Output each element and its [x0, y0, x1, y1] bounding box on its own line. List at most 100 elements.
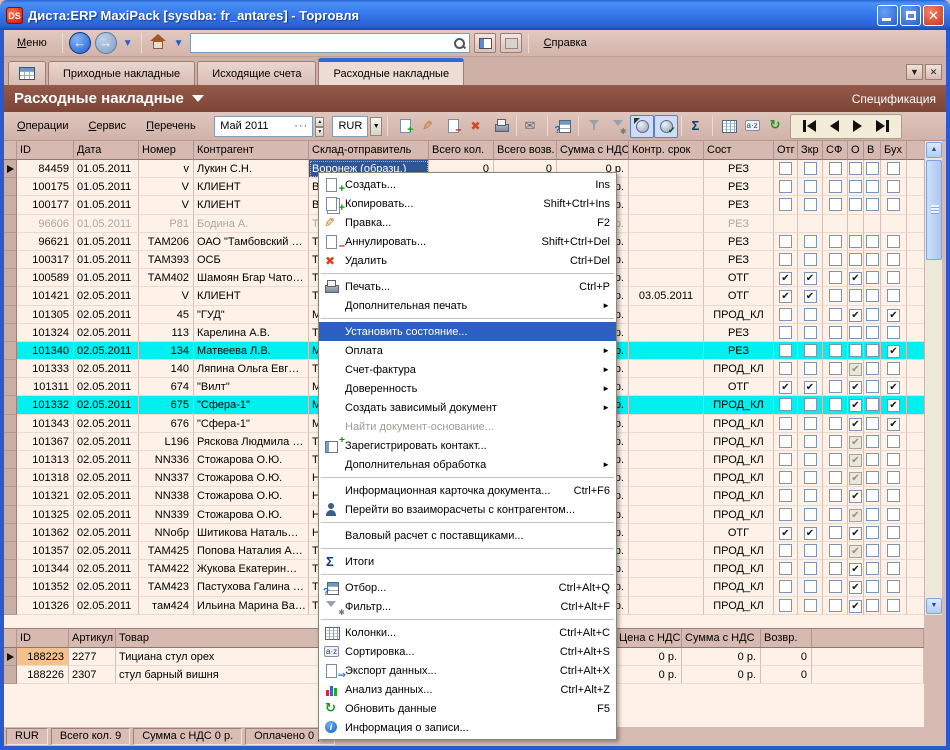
checkbox-unchecked[interactable]: [779, 180, 792, 193]
column-header[interactable]: Цена с НДС: [616, 629, 682, 648]
checkbox-unchecked[interactable]: [829, 308, 842, 321]
new-doc-button[interactable]: [393, 115, 417, 138]
checkbox-checked[interactable]: ✔: [849, 581, 862, 594]
checkbox-unchecked[interactable]: [829, 326, 842, 339]
tab-outgoing-accounts[interactable]: Исходящие счета: [197, 61, 316, 85]
operations-menu[interactable]: Операции: [8, 116, 77, 136]
menu-item[interactable]: Аннулировать...Shift+Ctrl+Del: [319, 232, 616, 251]
column-header[interactable]: Артикул: [69, 629, 116, 648]
checkbox-unchecked[interactable]: [804, 162, 817, 175]
checkbox-unchecked[interactable]: [866, 471, 879, 484]
checkbox-unchecked[interactable]: [829, 362, 842, 375]
checkbox-unchecked[interactable]: [829, 562, 842, 575]
forward-button[interactable]: →: [95, 32, 117, 54]
checkbox-unchecked[interactable]: [887, 544, 900, 557]
menu-item[interactable]: Сортировка...Ctrl+Alt+S: [319, 642, 616, 661]
checkbox-unchecked[interactable]: [866, 526, 879, 539]
menu-item[interactable]: Экспорт данных...Ctrl+Alt+X: [319, 661, 616, 680]
checkbox-unchecked[interactable]: [779, 253, 792, 266]
link-on-button[interactable]: [630, 115, 654, 138]
checkbox-unchecked[interactable]: [887, 489, 900, 502]
column-header[interactable]: О: [848, 141, 864, 160]
checkbox-unchecked[interactable]: [829, 417, 842, 430]
checkbox-checked[interactable]: ✔: [779, 381, 792, 394]
checkbox-unchecked[interactable]: [887, 235, 900, 248]
checkbox-unchecked[interactable]: [866, 198, 879, 211]
checkbox-unchecked[interactable]: [779, 326, 792, 339]
menu-item[interactable]: Установить состояние...: [319, 322, 616, 341]
title-dropdown-icon[interactable]: [192, 95, 204, 102]
search-input[interactable]: [194, 36, 453, 50]
columns-button[interactable]: [716, 115, 740, 138]
checkbox-unchecked[interactable]: [804, 580, 817, 593]
checkbox-unchecked[interactable]: [866, 235, 879, 248]
checkbox-unchecked[interactable]: [849, 235, 862, 248]
checkbox-unchecked[interactable]: [866, 326, 879, 339]
menu-item[interactable]: Оплата►: [319, 341, 616, 360]
checkbox-checked[interactable]: ✔: [849, 563, 862, 576]
period-combo[interactable]: Май 2011 ···: [214, 116, 313, 137]
checkbox-checked[interactable]: ✔: [849, 418, 862, 431]
menu-item[interactable]: Зарегистрировать контакт...: [319, 436, 616, 455]
checkbox-unchecked[interactable]: [829, 162, 842, 175]
checkbox-unchecked[interactable]: [866, 544, 879, 557]
next-record-button[interactable]: [853, 120, 862, 132]
search-icon[interactable]: [453, 37, 466, 50]
checkbox-unchecked[interactable]: [779, 544, 792, 557]
checkbox-unchecked[interactable]: [866, 362, 879, 375]
menu-item[interactable]: Правка...F2: [319, 213, 616, 232]
checkbox-unchecked[interactable]: [779, 362, 792, 375]
checkbox-unchecked[interactable]: [779, 162, 792, 175]
checkbox-unchecked[interactable]: [779, 562, 792, 575]
checkbox-checked[interactable]: ✔: [804, 381, 817, 394]
tab-list-dropdown-button[interactable]: ▼: [906, 64, 923, 80]
minimize-button[interactable]: [877, 5, 898, 26]
checkbox-unchecked[interactable]: [779, 508, 792, 521]
column-header[interactable]: Контр. срок: [629, 141, 704, 160]
checkbox-checked[interactable]: ✔: [849, 454, 862, 467]
column-header[interactable]: Контрагент: [194, 141, 309, 160]
checkbox-unchecked[interactable]: [866, 180, 879, 193]
checkbox-unchecked[interactable]: [779, 599, 792, 612]
mail-button[interactable]: [520, 115, 544, 138]
checkbox-unchecked[interactable]: [829, 380, 842, 393]
menu-item[interactable]: Создать зависимый документ►: [319, 398, 616, 417]
tab-incoming-invoices[interactable]: Приходные накладные: [48, 61, 195, 85]
checkbox-unchecked[interactable]: [829, 271, 842, 284]
checkbox-unchecked[interactable]: [804, 599, 817, 612]
checkbox-unchecked[interactable]: [887, 326, 900, 339]
checkbox-unchecked[interactable]: [779, 198, 792, 211]
checkbox-checked[interactable]: ✔: [804, 290, 817, 303]
column-header[interactable]: В: [864, 141, 881, 160]
menu-item[interactable]: Информация о записи...: [319, 718, 616, 737]
checkbox-unchecked[interactable]: [829, 508, 842, 521]
checkbox-unchecked[interactable]: [829, 398, 842, 411]
search-box[interactable]: [190, 33, 470, 53]
checkbox-unchecked[interactable]: [804, 344, 817, 357]
column-header[interactable]: Всего кол.: [429, 141, 494, 160]
column-header[interactable]: Отг: [774, 141, 798, 160]
column-header[interactable]: Сост: [704, 141, 774, 160]
scroll-down-icon[interactable]: ▼: [926, 598, 942, 614]
checkbox-unchecked[interactable]: [866, 599, 879, 612]
checkbox-unchecked[interactable]: [804, 253, 817, 266]
checkbox-unchecked[interactable]: [887, 435, 900, 448]
column-header[interactable]: Сумма с НДС: [682, 629, 761, 648]
prev-record-button[interactable]: [830, 120, 839, 132]
checkbox-checked[interactable]: ✔: [887, 345, 900, 358]
column-header[interactable]: Возвр.: [761, 629, 812, 648]
checkbox-unchecked[interactable]: [829, 344, 842, 357]
menu-item[interactable]: Фильтр...Ctrl+Alt+F: [319, 597, 616, 616]
chevron-down-icon[interactable]: ▼: [121, 38, 135, 49]
tab-close-button[interactable]: ✕: [925, 64, 942, 80]
checkbox-unchecked[interactable]: [779, 308, 792, 321]
period-spinner[interactable]: ▲▼: [315, 117, 324, 136]
checkbox-unchecked[interactable]: [804, 362, 817, 375]
menu-item[interactable]: Дополнительная печать►: [319, 296, 616, 315]
checkbox-unchecked[interactable]: [887, 526, 900, 539]
scrollbar-thumb[interactable]: [926, 160, 942, 260]
column-header[interactable]: Сумма с НДС: [557, 141, 629, 160]
currency-combo[interactable]: RUR: [332, 116, 368, 137]
checkbox-checked[interactable]: ✔: [887, 381, 900, 394]
checkbox-unchecked[interactable]: [849, 253, 862, 266]
